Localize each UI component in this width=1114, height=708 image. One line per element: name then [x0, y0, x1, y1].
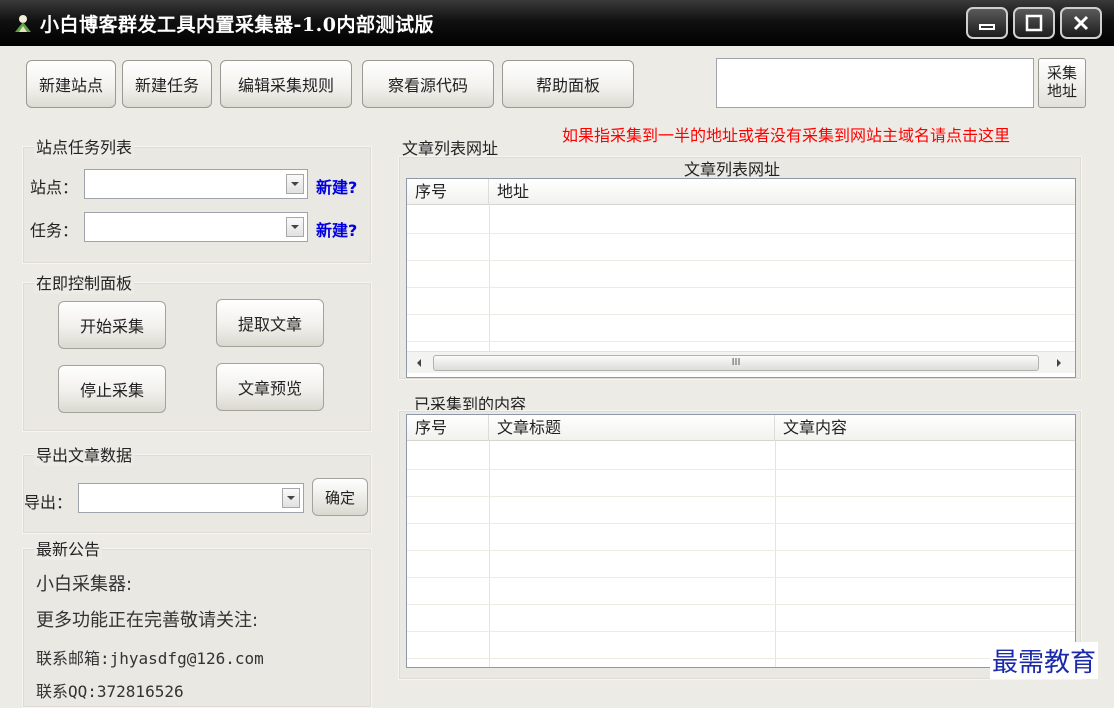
column-index[interactable]: 序号 — [407, 415, 489, 441]
close-icon — [1073, 15, 1089, 31]
site-task-title: 站点任务列表 — [34, 134, 135, 158]
export-title: 导出文章数据 — [34, 442, 135, 466]
collected-header: 序号 文章标题 文章内容 — [407, 415, 1075, 441]
task-label: 任务： — [30, 221, 79, 240]
minimize-button[interactable] — [966, 7, 1008, 39]
scroll-left-icon[interactable] — [415, 358, 423, 368]
watermark-text: 最需教育 — [990, 642, 1099, 679]
notice-line-4: 联系QQ:372816526 — [36, 678, 184, 702]
export-label: 导出： — [24, 493, 73, 512]
notice-email: 联系邮箱:jhyasdfg@126.com — [36, 649, 264, 668]
export-confirm-button[interactable]: 确定 — [312, 478, 368, 516]
column-address[interactable]: 地址 — [489, 179, 1075, 205]
stop-collect-button[interactable]: 停止采集 — [58, 365, 166, 413]
collect-url-input[interactable] — [716, 58, 1034, 108]
domain-hint-link[interactable]: 如果指采集到一半的地址或者没有采集到网站主域名请点击这里 — [562, 122, 1010, 146]
export-select[interactable] — [78, 483, 304, 513]
site-task-panel — [22, 146, 372, 264]
new-site-button[interactable]: 新建站点 — [26, 60, 116, 108]
control-panel-title: 在即控制面板 — [34, 270, 135, 294]
scroll-thumb[interactable]: III — [433, 355, 1039, 371]
app-logo-icon — [15, 15, 31, 32]
new-task-button[interactable]: 新建任务 — [122, 60, 212, 108]
chevron-down-icon[interactable] — [282, 488, 300, 508]
view-source-button[interactable]: 察看源代码 — [362, 60, 494, 108]
site-select[interactable] — [84, 169, 308, 199]
edit-rules-button[interactable]: 编辑采集规则 — [220, 60, 352, 108]
chevron-down-icon[interactable] — [286, 174, 304, 194]
article-list-header: 序号 地址 — [407, 179, 1075, 205]
scroll-right-icon[interactable] — [1055, 358, 1063, 368]
maximize-icon — [1025, 14, 1043, 32]
notice-qq: 联系QQ:372816526 — [36, 682, 184, 701]
start-collect-button[interactable]: 开始采集 — [58, 301, 166, 349]
chevron-down-icon[interactable] — [286, 217, 304, 237]
article-list-table[interactable]: 序号 地址 III — [406, 178, 1076, 378]
article-preview-button[interactable]: 文章预览 — [216, 363, 324, 411]
minimize-icon — [979, 24, 995, 30]
column-index[interactable]: 序号 — [407, 179, 489, 205]
article-list-hscrollbar[interactable]: III — [407, 351, 1075, 373]
task-select[interactable] — [84, 212, 308, 242]
title-bar: 小白博客群发工具内置采集器-1.0内部测试版 — [0, 0, 1114, 46]
new-task-link[interactable]: 新建? — [316, 217, 357, 241]
notice-title: 最新公告 — [34, 536, 103, 560]
column-article-title[interactable]: 文章标题 — [489, 415, 775, 441]
new-site-link[interactable]: 新建? — [316, 174, 357, 198]
window-title: 小白博客群发工具内置采集器-1.0内部测试版 — [40, 14, 434, 36]
extract-article-button[interactable]: 提取文章 — [216, 299, 324, 347]
close-button[interactable] — [1060, 7, 1102, 39]
collect-url-button[interactable]: 采集 地址 — [1038, 58, 1086, 108]
column-article-content[interactable]: 文章内容 — [775, 415, 1075, 441]
notice-line-2: 更多功能正在完善敬请关注: — [36, 610, 259, 631]
site-label: 站点： — [30, 178, 79, 197]
maximize-button[interactable] — [1013, 7, 1055, 39]
notice-line-1: 小白采集器: — [36, 574, 133, 595]
collected-table[interactable]: 序号 文章标题 文章内容 — [406, 414, 1076, 668]
help-panel-button[interactable]: 帮助面板 — [502, 60, 634, 108]
article-list-title: 文章列表网址 — [684, 160, 781, 179]
notice-line-3: 联系邮箱:jhyasdfg@126.com — [36, 645, 264, 669]
